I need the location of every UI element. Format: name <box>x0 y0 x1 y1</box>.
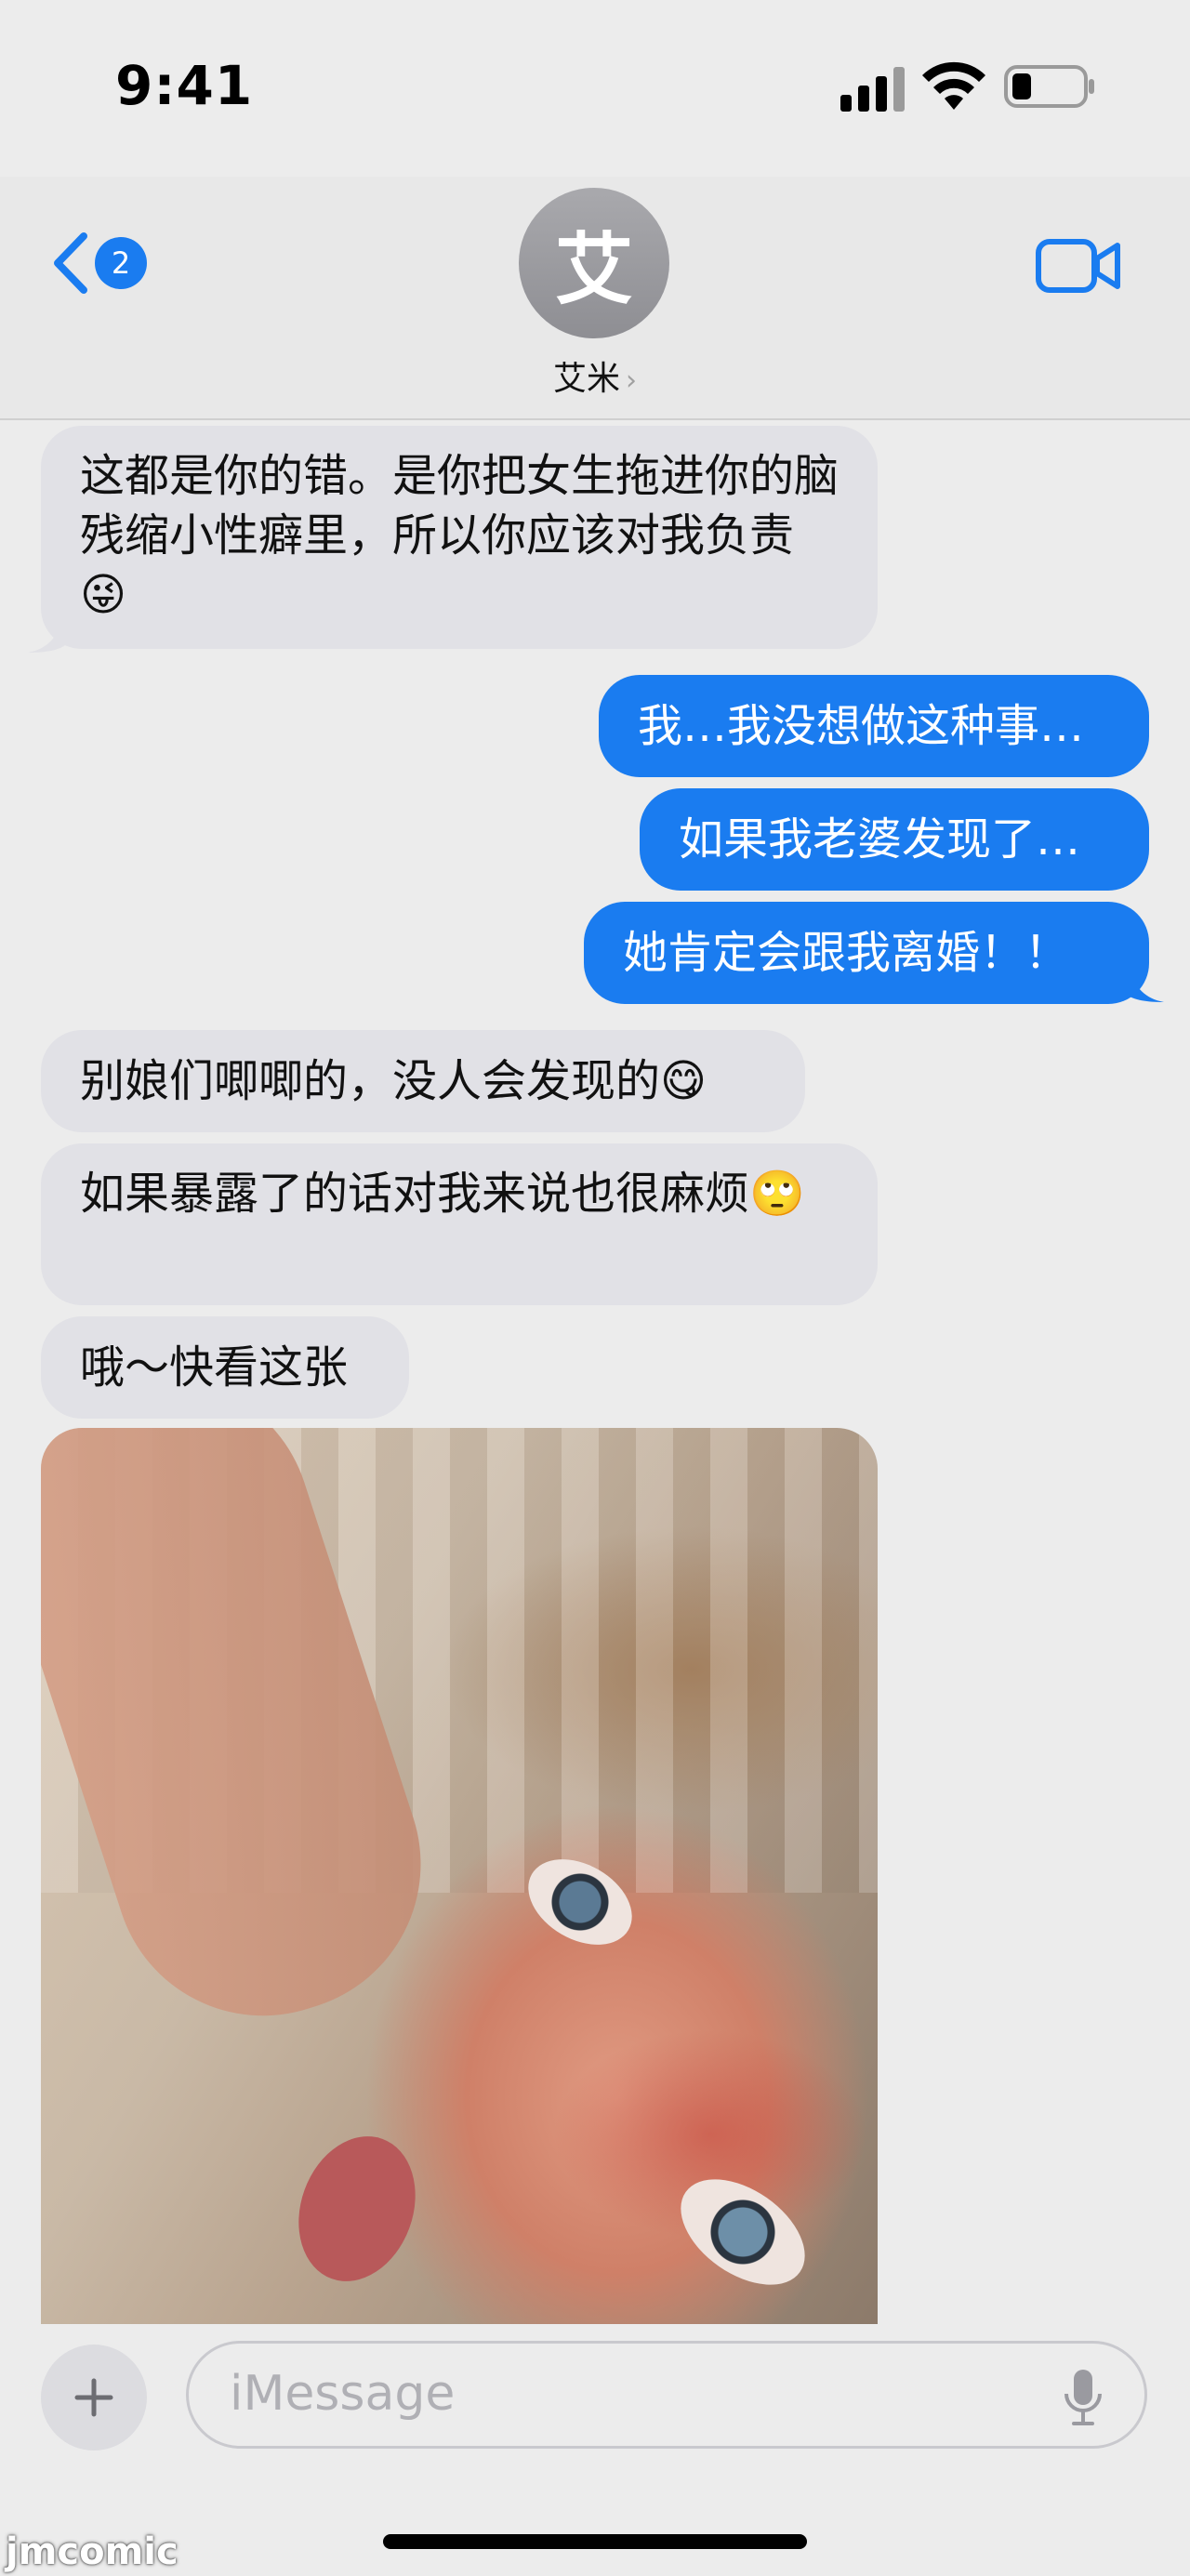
add-attachment-button[interactable] <box>41 2345 147 2451</box>
wifi-icon <box>922 61 985 110</box>
video-camera-icon[interactable] <box>1036 236 1121 296</box>
unread-count-badge: 2 <box>95 237 147 289</box>
back-chevron-icon <box>54 232 87 294</box>
message-bubble-outgoing[interactable]: 她肯定会跟我离婚！！ <box>584 902 1149 1004</box>
back-button[interactable]: 2 <box>50 231 147 296</box>
status-time: 9:41 <box>115 54 254 117</box>
plus-icon <box>74 2378 113 2417</box>
contact-avatar[interactable]: 艾 <box>519 188 669 338</box>
bubble-tail <box>28 617 65 653</box>
contact-name-row[interactable]: 艾米 › <box>0 351 1190 400</box>
battery-icon <box>1004 65 1094 108</box>
signal-icon <box>840 67 905 112</box>
photo-eye <box>661 2158 825 2306</box>
message-bubble-incoming[interactable]: 别娘们唧唧的，没人会发现的😋 <box>41 1030 805 1132</box>
home-indicator[interactable] <box>383 2534 807 2549</box>
photo-mouth <box>279 2120 435 2298</box>
microphone-icon[interactable] <box>1063 2368 1104 2427</box>
message-bubble-outgoing[interactable]: 如果我老婆发现了… <box>640 788 1149 891</box>
bubble-tail <box>1127 967 1164 1002</box>
photo-message[interactable] <box>41 1428 878 2324</box>
chevron-right-icon: › <box>626 364 637 397</box>
message-input-placeholder: iMessage <box>230 2366 456 2422</box>
watermark: jmcomic <box>6 2530 178 2573</box>
status-bar: 9:41 <box>0 0 1190 177</box>
contact-name: 艾米 <box>552 360 620 398</box>
message-bubble-incoming[interactable]: 如果暴露了的话对我来说也很麻烦🙄 <box>41 1143 878 1305</box>
message-bubble-incoming[interactable]: 这都是你的错。是你把女生拖进你的脑残缩小性癖里，所以你应该对我负责😜 <box>41 426 878 649</box>
message-input[interactable]: iMessage <box>186 2341 1147 2449</box>
message-bubble-outgoing[interactable]: 我…我没想做这种事… <box>599 675 1149 777</box>
message-bubble-incoming[interactable]: 哦～快看这张 <box>41 1316 409 1419</box>
